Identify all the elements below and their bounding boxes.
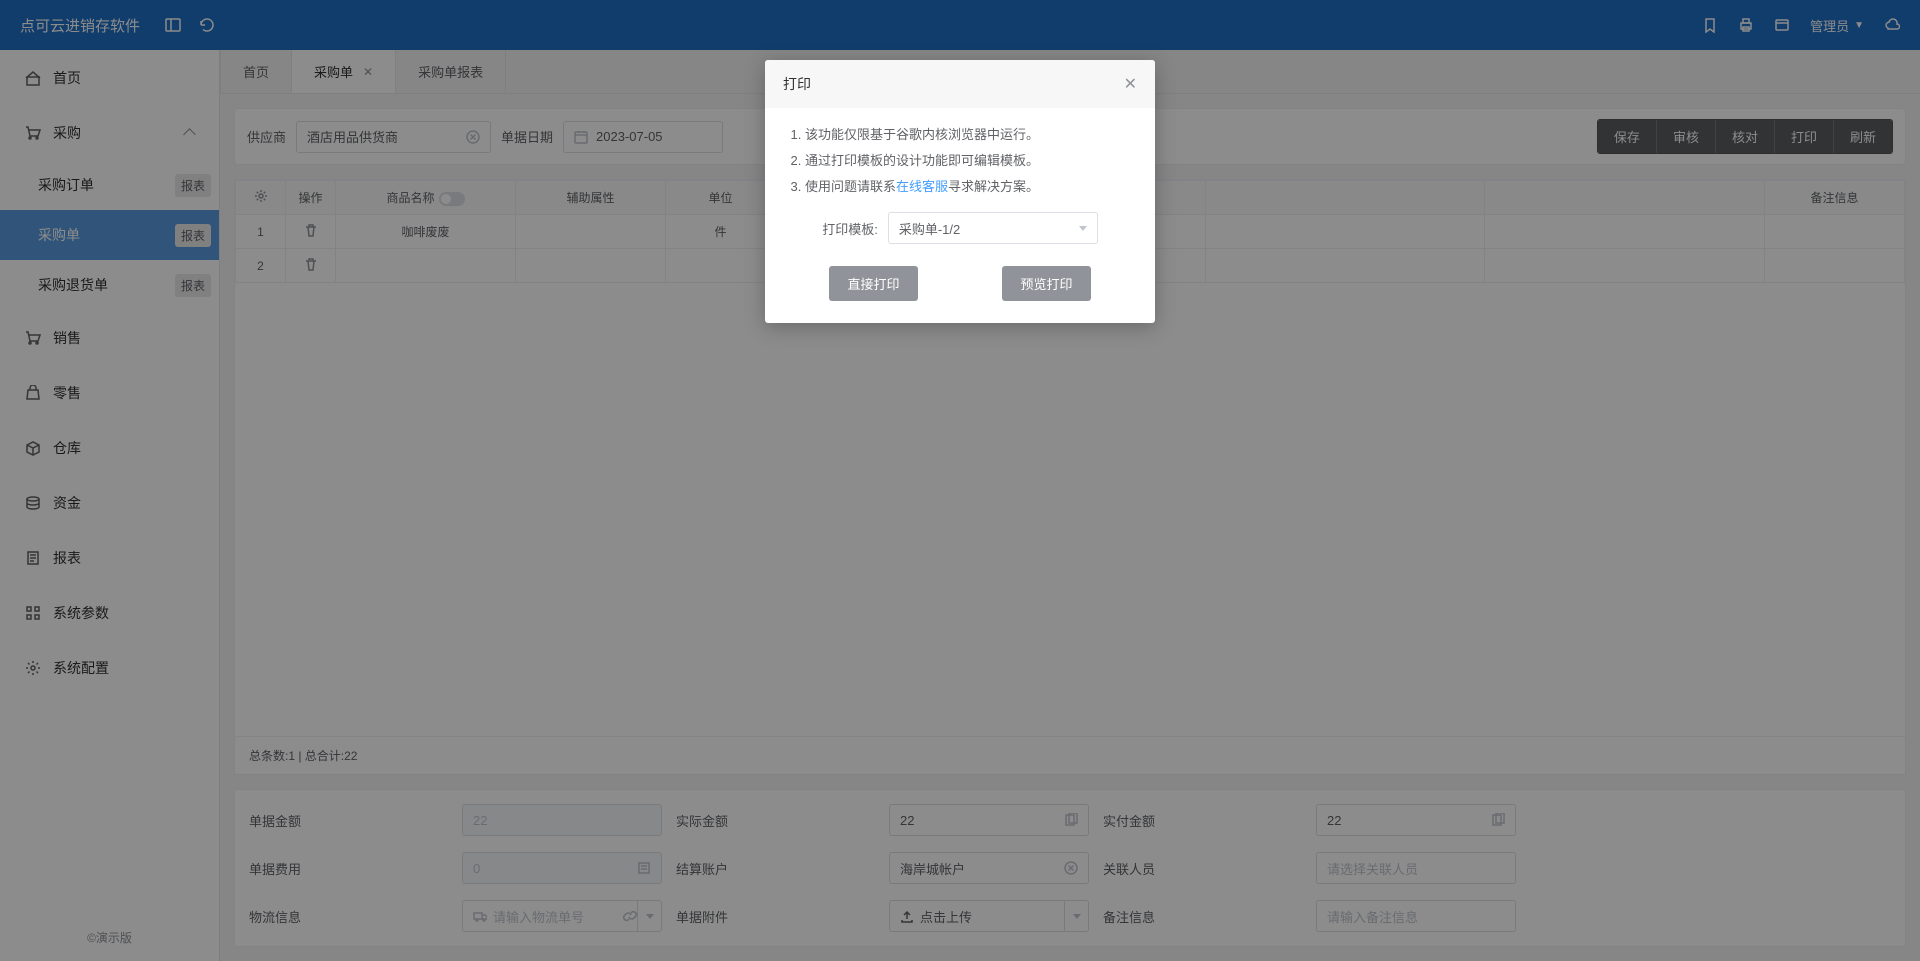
dialog-note: 该功能仅限基于谷歌内核浏览器中运行。 [805,122,1133,148]
dialog-note: 使用问题请联系在线客服寻求解决方案。 [805,174,1133,200]
dialog-close-button[interactable]: ✕ [1124,74,1137,94]
dialog-notes: 该功能仅限基于谷歌内核浏览器中运行。通过打印模板的设计功能即可编辑模板。使用问题… [787,122,1133,200]
dialog-note: 通过打印模板的设计功能即可编辑模板。 [805,148,1133,174]
template-label: 打印模板: [822,219,878,238]
preview-print-button[interactable]: 预览打印 [1002,266,1090,301]
print-dialog: 打印 ✕ 该功能仅限基于谷歌内核浏览器中运行。通过打印模板的设计功能即可编辑模板… [765,60,1155,323]
dialog-title: 打印 [783,74,811,94]
direct-print-button[interactable]: 直接打印 [829,266,917,301]
template-select[interactable]: 采购单-1/2 [888,212,1098,244]
support-link[interactable]: 在线客服 [896,179,948,194]
